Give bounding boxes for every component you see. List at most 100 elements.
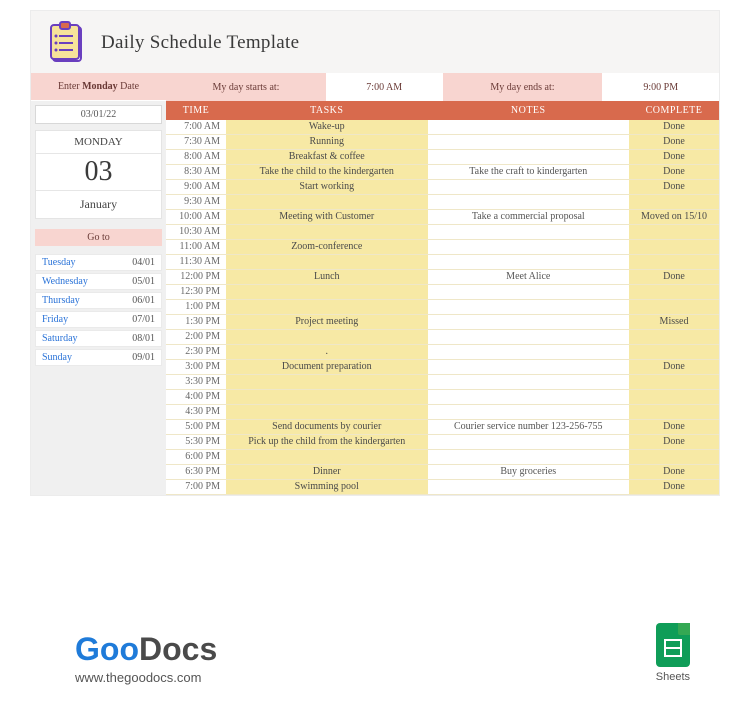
cell-task[interactable]: Send documents by courier [226,420,428,434]
cell-time[interactable]: 5:30 PM [166,435,226,449]
cell-note[interactable] [428,345,630,359]
cell-note[interactable]: Meet Alice [428,270,630,284]
cell-time[interactable]: 11:00 AM [166,240,226,254]
cell-complete[interactable] [629,195,719,209]
goto-link[interactable]: Sunday09/01 [35,349,162,366]
cell-task[interactable] [226,390,428,404]
cell-task[interactable]: . [226,345,428,359]
goto-link[interactable]: Thursday06/01 [35,292,162,309]
cell-time[interactable]: 2:30 PM [166,345,226,359]
cell-task[interactable]: Meeting with Customer [226,210,428,224]
cell-task[interactable]: Running [226,135,428,149]
cell-note[interactable]: Take a commercial proposal [428,210,630,224]
cell-note[interactable] [428,405,630,419]
cell-note[interactable] [428,360,630,374]
cell-task[interactable] [226,225,428,239]
cell-task[interactable]: Lunch [226,270,428,284]
cell-task[interactable] [226,330,428,344]
cell-task[interactable]: Swimming pool [226,480,428,494]
cell-time[interactable]: 9:00 AM [166,180,226,194]
cell-time[interactable]: 7:00 AM [166,120,226,134]
cell-complete[interactable] [629,390,719,404]
cell-complete[interactable] [629,300,719,314]
date-input[interactable]: 03/01/22 [35,105,162,124]
cell-note[interactable] [428,255,630,269]
cell-note[interactable] [428,375,630,389]
cell-task[interactable]: Start working [226,180,428,194]
cell-task[interactable]: Take the child to the kindergarten [226,165,428,179]
cell-complete[interactable] [629,225,719,239]
cell-complete[interactable]: Done [629,180,719,194]
cell-time[interactable]: 8:30 AM [166,165,226,179]
cell-note[interactable] [428,435,630,449]
cell-note[interactable] [428,150,630,164]
cell-task[interactable]: Document preparation [226,360,428,374]
cell-complete[interactable]: Done [629,120,719,134]
goto-link[interactable]: Tuesday04/01 [35,254,162,271]
cell-note[interactable] [428,300,630,314]
cell-task[interactable]: Dinner [226,465,428,479]
cell-time[interactable]: 11:30 AM [166,255,226,269]
cell-time[interactable]: 10:30 AM [166,225,226,239]
cell-time[interactable]: 10:00 AM [166,210,226,224]
cell-task[interactable] [226,285,428,299]
cell-complete[interactable] [629,285,719,299]
cell-note[interactable] [428,180,630,194]
cell-note[interactable] [428,195,630,209]
cell-time[interactable]: 12:00 PM [166,270,226,284]
cell-time[interactable]: 9:30 AM [166,195,226,209]
cell-time[interactable]: 12:30 PM [166,285,226,299]
cell-task[interactable] [226,405,428,419]
goto-link[interactable]: Saturday08/01 [35,330,162,347]
day-starts-value[interactable]: 7:00 AM [326,73,443,101]
cell-complete[interactable] [629,255,719,269]
cell-note[interactable]: Take the craft to kindergarten [428,165,630,179]
cell-note[interactable] [428,240,630,254]
cell-note[interactable] [428,135,630,149]
cell-complete[interactable] [629,450,719,464]
cell-task[interactable]: Zoom-conference [226,240,428,254]
cell-task[interactable]: Project meeting [226,315,428,329]
cell-time[interactable]: 6:30 PM [166,465,226,479]
goodocs-url[interactable]: www.thegoodocs.com [75,670,217,685]
cell-complete[interactable]: Done [629,465,719,479]
day-ends-value[interactable]: 9:00 PM [602,73,719,101]
cell-task[interactable] [226,300,428,314]
cell-time[interactable]: 1:30 PM [166,315,226,329]
cell-note[interactable] [428,330,630,344]
cell-complete[interactable] [629,405,719,419]
cell-time[interactable]: 6:00 PM [166,450,226,464]
cell-complete[interactable]: Done [629,135,719,149]
cell-complete[interactable] [629,345,719,359]
cell-note[interactable]: Buy groceries [428,465,630,479]
cell-complete[interactable] [629,330,719,344]
cell-time[interactable]: 5:00 PM [166,420,226,434]
cell-complete[interactable]: Done [629,270,719,284]
cell-time[interactable]: 7:30 AM [166,135,226,149]
cell-complete[interactable] [629,375,719,389]
cell-time[interactable]: 3:30 PM [166,375,226,389]
cell-time[interactable]: 1:00 PM [166,300,226,314]
cell-note[interactable] [428,390,630,404]
cell-time[interactable]: 4:00 PM [166,390,226,404]
cell-note[interactable] [428,480,630,494]
cell-complete[interactable]: Done [629,480,719,494]
goto-link[interactable]: Friday07/01 [35,311,162,328]
cell-note[interactable] [428,450,630,464]
cell-complete[interactable] [629,240,719,254]
cell-task[interactable]: Wake-up [226,120,428,134]
cell-complete[interactable]: Done [629,420,719,434]
cell-complete[interactable]: Missed [629,315,719,329]
cell-time[interactable]: 2:00 PM [166,330,226,344]
goto-link[interactable]: Wednesday05/01 [35,273,162,290]
cell-complete[interactable]: Done [629,150,719,164]
cell-time[interactable]: 7:00 PM [166,480,226,494]
cell-time[interactable]: 4:30 PM [166,405,226,419]
cell-complete[interactable]: Done [629,165,719,179]
cell-complete[interactable]: Done [629,435,719,449]
cell-task[interactable] [226,255,428,269]
cell-time[interactable]: 3:00 PM [166,360,226,374]
cell-note[interactable] [428,225,630,239]
cell-task[interactable] [226,450,428,464]
cell-note[interactable] [428,120,630,134]
